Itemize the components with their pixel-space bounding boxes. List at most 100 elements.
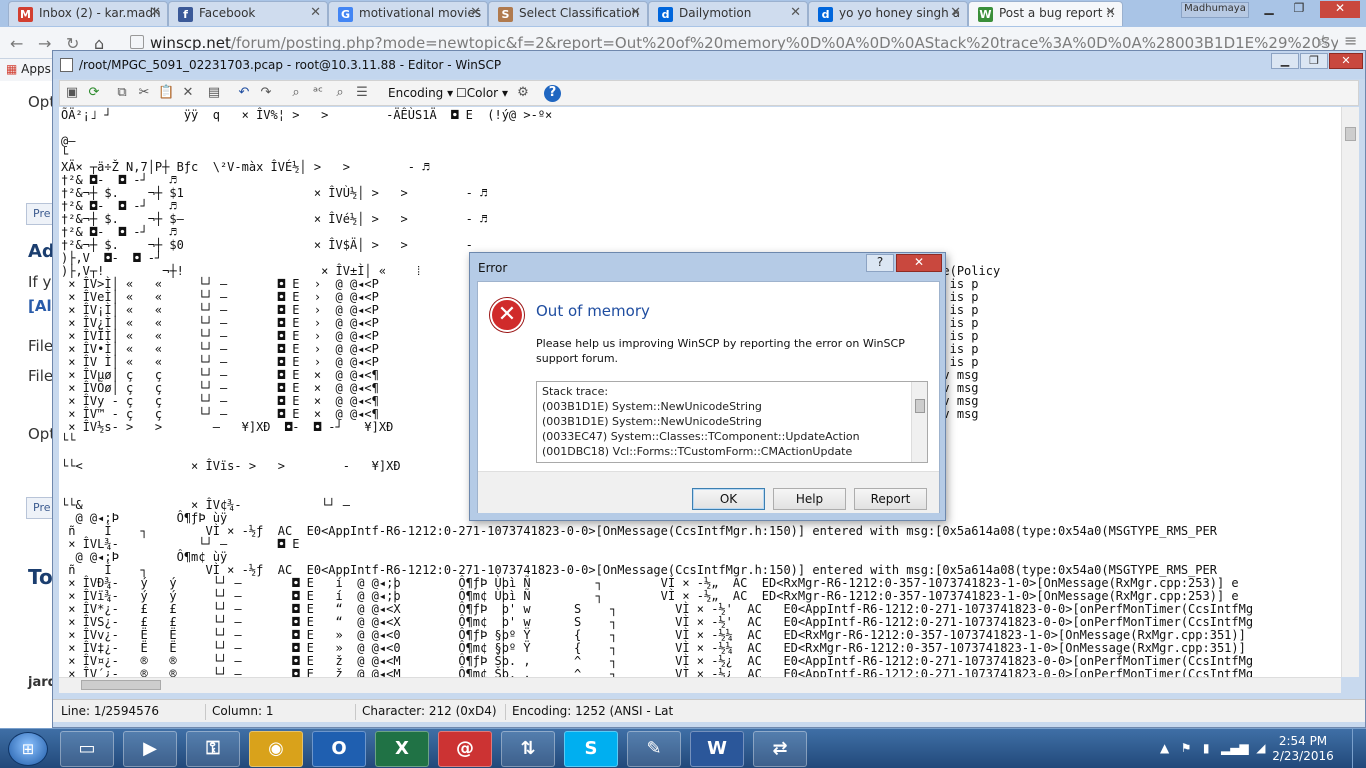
stack-trace-box[interactable]: Stack trace: (003B1D1E) System::NewUnico… [536,381,928,463]
ok-button[interactable]: OK [692,488,765,510]
dialog-title: Error [478,261,508,275]
battery-icon[interactable]: ▮ [1203,741,1210,755]
close-icon[interactable]: ✕ [950,5,961,20]
editor-toolbar: ▣ ⟳ ⧉ ✂ 📋 ✕ ▤ ↶ ↷ ⌕ ᵃᶜ ⌕ ☰ Encoding ▾ ☐C… [59,80,1359,106]
encoding-label: Encoding [388,86,444,100]
facebook-icon: f [178,7,193,22]
minimize-icon[interactable]: ▁ [1256,1,1282,18]
show-desktop-button[interactable] [1352,729,1366,768]
editor-line: XÄ× ┬ä÷Ž N,7│P┼ Bƒc \²V-màx ÎVÉ½│ > > - … [61,160,430,174]
tab-dailymotion[interactable]: d Dailymotion ✕ [648,1,808,26]
tab-inbox[interactable]: M Inbox (2) - kar.madh ✕ [8,1,168,26]
editor-line: †²&¬┼ $. ¬┼ $– × ÎVé½│ > > - ♬ [61,212,488,226]
tab-title: Post a bug report :: [999,6,1115,20]
page-icon: S [498,7,513,22]
taskbar-clock[interactable]: 2:54 PM 2/23/2016 [1268,734,1338,764]
report-button[interactable]: Report [854,488,927,510]
stack-line: (003B1D1E) System::NewUnicodeString [542,400,762,413]
close-icon[interactable]: ✕ [1105,5,1116,20]
forward-icon[interactable]: → [38,34,51,53]
editor-vertical-scrollbar[interactable] [1341,107,1359,677]
replace-icon[interactable]: ᵃᶜ [310,85,326,101]
close-icon[interactable]: ✕ [1329,53,1363,69]
scroll-thumb[interactable] [915,399,925,413]
show-hidden-icons-icon[interactable]: ▲ [1160,741,1169,755]
paste-icon[interactable]: 📋 [158,85,174,101]
error-heading: Out of memory [536,302,650,320]
maximize-icon[interactable]: ❐ [1286,1,1312,18]
close-icon[interactable]: ✕ [630,5,641,20]
flag-icon[interactable]: ⚑ [1181,741,1192,755]
tab-title: Inbox (2) - kar.madh [39,6,161,20]
find-icon[interactable]: ⌕ [288,85,304,101]
stack-scrollbar[interactable] [911,382,927,462]
tab-post-bug-report[interactable]: W Post a bug report :: ✕ [968,1,1123,26]
keyring-icon[interactable]: ⚿ [186,731,240,767]
cut-icon[interactable]: ✂ [136,85,152,101]
outlook-icon[interactable]: O [312,731,366,767]
help-icon[interactable]: ? [544,85,561,102]
tab-yo-yo-honey-singh[interactable]: d yo yo honey singh a ✕ [808,1,968,26]
browser-tab-strip: M Inbox (2) - kar.madh ✕ f Facebook ✕ G … [0,0,1366,27]
refresh-icon[interactable]: ⟳ [86,85,102,101]
menu-icon[interactable]: ≡ [1344,31,1357,50]
bookmark-star-icon[interactable]: ☆ [1316,31,1330,50]
apps-shortcut[interactable]: ▦ Apps [6,62,51,76]
back-icon[interactable]: ← [10,34,23,53]
encoding-dropdown[interactable]: Encoding ▾ [388,86,453,100]
stack-line: (0033EC47) System::Classes::TComponent::… [542,430,860,443]
tab-motivational-movies[interactable]: G motivational movies ✕ [328,1,488,26]
editor-title-bar[interactable]: /root/MPGC_5091_02231703.pcap - root@10.… [53,51,1365,79]
user-profile-badge[interactable]: Madhumaya [1181,2,1249,18]
scroll-thumb[interactable] [1345,127,1356,141]
google-icon: G [338,7,353,22]
help-icon[interactable]: ? [866,254,894,272]
chrome-icon[interactable]: ◉ [249,731,303,767]
copy-icon[interactable]: ⧉ [114,85,130,101]
scroll-thumb[interactable] [81,680,161,690]
minimize-icon[interactable]: ▁ [1271,53,1299,69]
editor-line: × ÎV´¿- ® ® └┘ – ◘ E ž @ @◂<M Ô¶m¢ Šþ. ,… [61,667,1254,678]
redo-icon[interactable]: ↷ [258,85,274,101]
word-icon[interactable]: W [690,731,744,767]
winscp-icon[interactable]: ⇅ [501,731,555,767]
close-icon[interactable]: ✕ [150,5,161,20]
volume-icon[interactable]: ◢ [1256,741,1265,755]
clock-time: 2:54 PM [1278,734,1328,748]
save-icon[interactable]: ▣ [64,85,80,101]
status-character: Character: 212 (0xD4) [355,704,497,720]
close-icon[interactable]: ✕ [310,5,321,20]
tab-facebook[interactable]: f Facebook ✕ [168,1,328,26]
help-button[interactable]: Help [773,488,846,510]
delete-icon[interactable]: ✕ [180,85,196,101]
close-icon[interactable]: ✕ [470,5,481,20]
paint-icon[interactable]: ✎ [627,731,681,767]
editor-line: @— [61,134,76,148]
system-tray: ▲ ⚑ ▮ ▂▄▆ ◢ [1160,741,1266,755]
undo-icon[interactable]: ↶ [236,85,252,101]
snail-icon[interactable]: @ [438,731,492,767]
close-icon[interactable]: ✕ [896,254,942,272]
color-dropdown[interactable]: ☐Color ▾ [456,86,508,100]
goto-line-icon[interactable]: ☰ [354,85,370,101]
tab-select-classification[interactable]: S Select Classification ✕ [488,1,648,26]
page-fragment: File [28,367,54,385]
select-all-icon[interactable]: ▤ [206,85,222,101]
settings-gear-icon[interactable]: ⚙ [515,85,531,101]
tab-title: motivational movies [359,6,482,20]
close-icon[interactable]: ✕ [790,5,801,20]
excel-icon[interactable]: X [375,731,429,767]
winscp-transfer-icon[interactable]: ⇄ [753,731,807,767]
skype-icon[interactable]: S [564,731,618,767]
start-button[interactable]: ⊞ [8,732,48,766]
maximize-icon[interactable]: ❐ [1300,53,1328,69]
page-info-icon[interactable] [130,35,144,49]
media-player-icon[interactable]: ▶ [123,731,177,767]
find-next-icon[interactable]: ⌕ [332,85,348,101]
apps-grid-icon: ▦ [6,62,18,76]
explorer-icon[interactable]: ▭ [60,731,114,767]
document-icon [60,58,73,72]
network-icon[interactable]: ▂▄▆ [1221,741,1249,755]
close-window-icon[interactable]: ✕ [1320,1,1360,18]
editor-horizontal-scrollbar[interactable] [59,677,1341,693]
